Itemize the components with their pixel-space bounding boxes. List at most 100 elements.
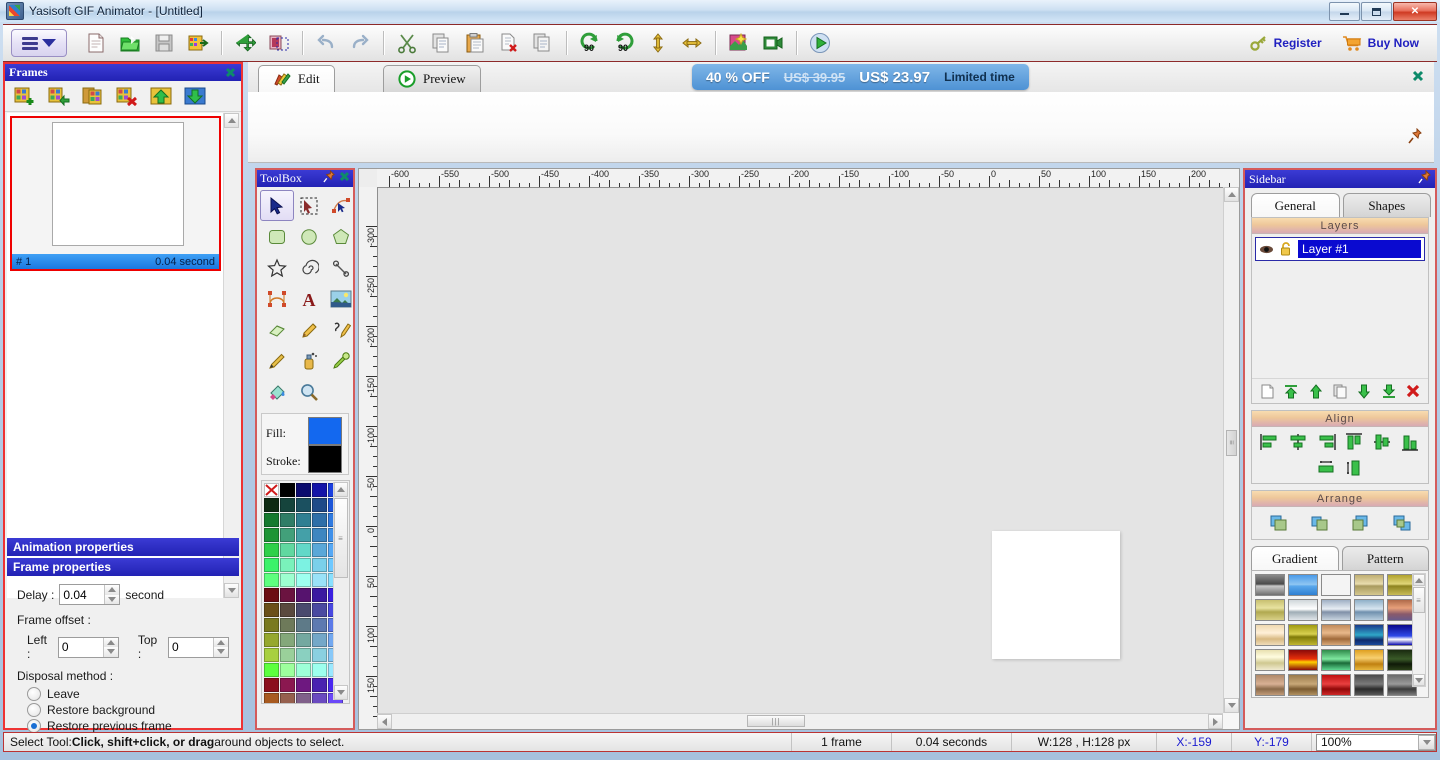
layers-list[interactable]: Layer #1	[1252, 234, 1428, 378]
new-button[interactable]	[81, 28, 111, 58]
palette-color-swatch[interactable]	[280, 573, 295, 587]
palette-color-swatch[interactable]	[312, 603, 327, 617]
flip-vertical-button[interactable]	[643, 28, 673, 58]
sidebar-pushpin-icon[interactable]	[1418, 170, 1431, 188]
palette-color-swatch[interactable]	[264, 543, 279, 557]
crop-button[interactable]	[264, 28, 294, 58]
effects-button[interactable]	[724, 28, 754, 58]
distribute-horizontal-button[interactable]	[1315, 458, 1337, 478]
palette-color-swatch[interactable]	[264, 573, 279, 587]
palette-color-swatch[interactable]	[312, 618, 327, 632]
delete-frame-button[interactable]	[111, 82, 143, 110]
pencil-tool[interactable]	[292, 314, 326, 345]
align-center-horizontal-button[interactable]	[1287, 432, 1309, 452]
buy-now-button[interactable]: Buy Now	[1334, 31, 1427, 55]
ellipse-tool[interactable]	[292, 221, 326, 252]
delete-layer-button[interactable]	[1404, 382, 1422, 400]
palette-color-swatch[interactable]	[280, 663, 295, 677]
left-stepper[interactable]	[58, 637, 119, 658]
frames-list[interactable]: # 1 0.04 second	[7, 113, 239, 598]
gradient-scroll-up[interactable]	[1413, 574, 1425, 586]
move-layer-down-button[interactable]	[1355, 382, 1373, 400]
gradient-swatch[interactable]	[1321, 599, 1351, 621]
bring-forward-button[interactable]	[1309, 513, 1331, 533]
layer-item[interactable]: Layer #1	[1255, 237, 1425, 261]
palette-color-swatch[interactable]	[280, 648, 295, 662]
open-button[interactable]	[115, 28, 145, 58]
palette-color-swatch[interactable]	[280, 633, 295, 647]
cut-button[interactable]	[392, 28, 422, 58]
gradient-swatch[interactable]	[1354, 674, 1384, 696]
spiral-tool[interactable]	[292, 252, 326, 283]
spray-tool[interactable]	[292, 345, 326, 376]
disposal-option-restore-background[interactable]: Restore background	[27, 703, 229, 717]
toolbox-close-icon[interactable]	[339, 171, 350, 186]
gradient-swatch[interactable]	[1354, 624, 1384, 646]
zoom-level-select[interactable]: 100%	[1316, 734, 1436, 751]
palette-color-swatch[interactable]	[312, 663, 327, 677]
frame-properties-header[interactable]: Frame properties	[7, 558, 239, 576]
canvas-sidebar-splitter[interactable]: ≡	[1226, 430, 1237, 456]
bring-to-front-button[interactable]	[1268, 513, 1290, 533]
palette-color-swatch[interactable]	[264, 648, 279, 662]
select-tool[interactable]	[260, 190, 294, 221]
gradient-swatch[interactable]	[1288, 574, 1318, 596]
top-stepper[interactable]	[168, 637, 229, 658]
palette-color-swatch[interactable]	[296, 603, 311, 617]
palette-color-swatch[interactable]	[264, 483, 279, 497]
gradient-swatch[interactable]	[1354, 599, 1384, 621]
play-button[interactable]	[805, 28, 835, 58]
duplicate-button[interactable]	[528, 28, 558, 58]
palette-scroll-up[interactable]	[334, 482, 348, 497]
align-right-button[interactable]	[1315, 432, 1337, 452]
palette-color-swatch[interactable]	[312, 543, 327, 557]
lasso-select-tool[interactable]	[292, 190, 326, 221]
palette-color-swatch[interactable]	[264, 513, 279, 527]
palette-color-swatch[interactable]	[280, 678, 295, 692]
align-middle-vertical-button[interactable]	[1371, 432, 1393, 452]
video-button[interactable]	[758, 28, 788, 58]
palette-color-swatch[interactable]	[312, 573, 327, 587]
curve-tool[interactable]	[260, 283, 294, 314]
palette-color-swatch[interactable]	[312, 693, 327, 704]
minimize-button[interactable]	[1329, 2, 1360, 21]
palette-color-swatch[interactable]	[296, 663, 311, 677]
gradient-swatch[interactable]	[1321, 649, 1351, 671]
eye-icon[interactable]	[1259, 244, 1274, 255]
tab-gradient[interactable]: Gradient	[1251, 546, 1339, 570]
palette-color-swatch[interactable]	[312, 528, 327, 542]
send-to-back-button[interactable]	[1391, 513, 1413, 533]
palette-color-swatch[interactable]	[280, 558, 295, 572]
palette-color-swatch[interactable]	[312, 483, 327, 497]
rotate-right-button[interactable]: 90	[609, 28, 639, 58]
palette-color-swatch[interactable]	[296, 633, 311, 647]
move-frame-up-button[interactable]	[145, 82, 177, 110]
canvas-scroll-left[interactable]	[377, 714, 392, 729]
fill-color-swatch[interactable]	[308, 417, 342, 445]
palette-color-swatch[interactable]	[296, 618, 311, 632]
color-palette[interactable]: ≡	[261, 480, 350, 704]
tab-shapes[interactable]: Shapes	[1343, 193, 1432, 217]
line-tool[interactable]	[324, 252, 358, 283]
flip-horizontal-button[interactable]	[677, 28, 707, 58]
gradient-swatch[interactable]	[1354, 574, 1384, 596]
left-up-button[interactable]	[104, 638, 118, 648]
palette-color-swatch[interactable]	[296, 573, 311, 587]
canvas-viewport[interactable]	[378, 188, 1223, 713]
delay-input[interactable]	[60, 585, 104, 604]
palette-color-swatch[interactable]	[264, 618, 279, 632]
image-tool[interactable]	[324, 283, 358, 314]
copy-button[interactable]	[426, 28, 456, 58]
tab-pattern[interactable]: Pattern	[1342, 546, 1430, 570]
palette-color-swatch[interactable]	[312, 558, 327, 572]
palette-color-swatch[interactable]	[296, 648, 311, 662]
gradient-scroll-down[interactable]	[1413, 674, 1425, 686]
move-frame-down-button[interactable]	[179, 82, 211, 110]
palette-color-swatch[interactable]	[264, 498, 279, 512]
delay-up-button[interactable]	[105, 585, 119, 595]
palette-color-swatch[interactable]	[296, 678, 311, 692]
gradient-scroll-thumb[interactable]: ≡	[1413, 587, 1425, 613]
paint-bucket-tool[interactable]	[260, 376, 294, 407]
distribute-vertical-button[interactable]	[1343, 458, 1365, 478]
palette-color-swatch[interactable]	[296, 513, 311, 527]
